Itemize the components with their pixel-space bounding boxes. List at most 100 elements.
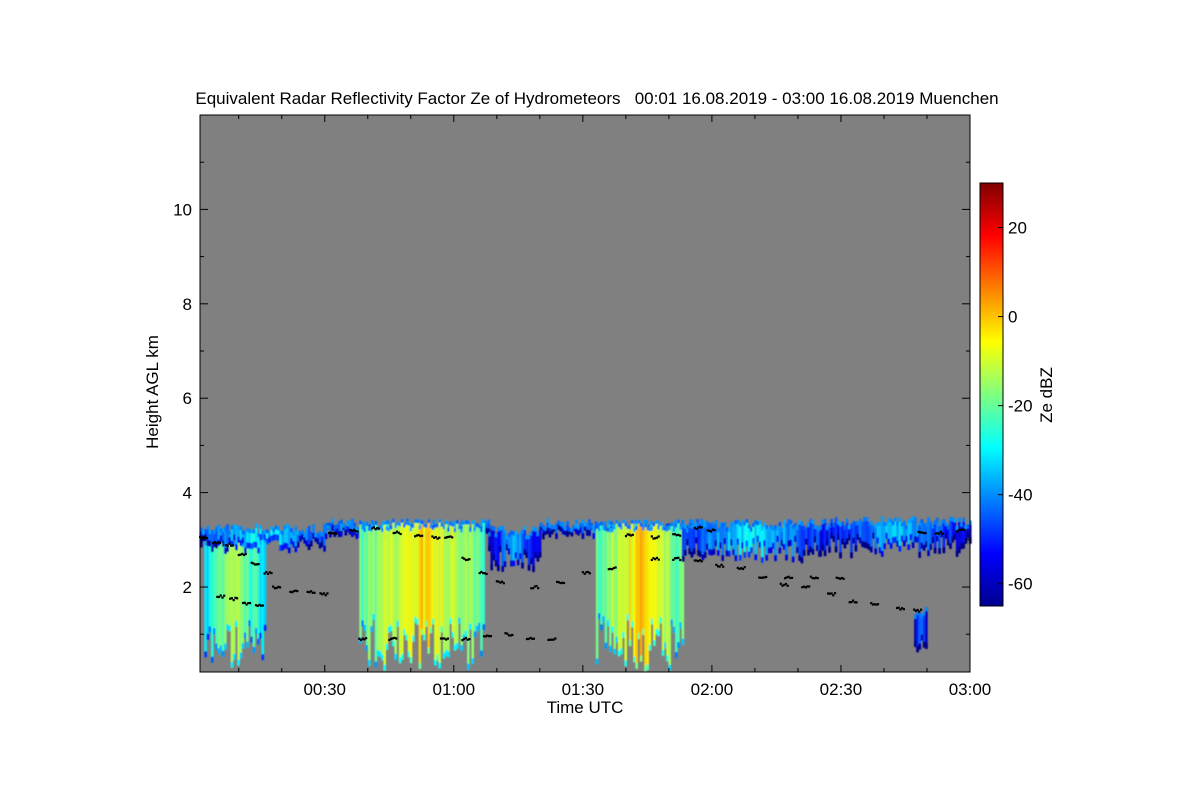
echo-fringe: [927, 550, 930, 557]
cloud-base-point: [816, 577, 819, 580]
cloud-base-point: [924, 532, 927, 535]
echo-fringe: [911, 542, 915, 548]
echo-fringe: [429, 627, 433, 634]
echo-fringe: [712, 548, 716, 555]
echo-cap: [845, 518, 849, 523]
cloud-base-point: [679, 534, 682, 537]
echo-fringe: [226, 546, 229, 552]
cloud-base-point: [588, 572, 591, 575]
cloud-base-point: [226, 544, 229, 547]
cloud-base-point: [650, 535, 653, 538]
echo-fringe: [423, 634, 426, 641]
x-tick-label: 00:30: [303, 680, 346, 699]
radar-reflectivity-chart: Equivalent Radar Reflectivity Factor Ze …: [143, 89, 1056, 717]
echo-cap: [962, 517, 965, 522]
echo-cap: [374, 521, 378, 525]
echo-cap: [645, 519, 648, 524]
echo-cap: [953, 518, 957, 523]
echo-cap: [758, 520, 762, 525]
echo-cap: [659, 522, 663, 526]
echo-fringe: [850, 552, 853, 559]
cloud-base-point: [511, 633, 514, 637]
echo-column: [482, 519, 485, 631]
echo-fringe: [834, 546, 838, 553]
cloud-base-point: [399, 532, 402, 536]
cloud-base-point: [502, 582, 505, 585]
cloud-base-point: [485, 572, 488, 576]
echo-fringe: [929, 543, 932, 550]
colorbar-tick-label: 20: [1008, 219, 1027, 238]
echo-fringe: [933, 547, 937, 554]
cloud-base-point: [451, 536, 454, 539]
echo-cap: [307, 526, 311, 531]
echo-fringe: [370, 626, 373, 633]
echo-fringe: [409, 657, 413, 664]
echo-cap: [546, 518, 549, 523]
cloud-base-point: [334, 532, 338, 535]
echo-fringe: [761, 557, 764, 564]
echo-fringe: [246, 641, 249, 648]
echo-fringe: [964, 537, 968, 544]
echo-fringe: [734, 555, 738, 562]
x-axis-label: Time UTC: [547, 698, 624, 717]
echo-fringe: [261, 654, 265, 661]
echo-fringe: [949, 543, 952, 549]
cloud-base-point: [270, 572, 273, 575]
echo-cap: [467, 520, 470, 525]
cloud-base-point: [657, 558, 660, 561]
echo-fringe: [628, 640, 632, 647]
echo-cap: [566, 521, 569, 526]
x-tick-label: 02:30: [820, 680, 863, 699]
echo-fringe: [467, 663, 470, 670]
echo-fringe: [802, 549, 806, 556]
echo-cap: [631, 519, 634, 524]
echo-cap: [670, 522, 674, 527]
echo-fringe: [288, 547, 291, 554]
echo-fringe: [263, 624, 267, 631]
cloud-base-point: [786, 584, 789, 587]
echo-fringe: [754, 554, 757, 561]
echo-fringe: [717, 549, 720, 556]
echo-cap: [340, 519, 343, 524]
cloud-base-point: [677, 556, 680, 559]
cloud-base-point: [963, 528, 966, 531]
echo-cap: [401, 518, 404, 523]
echo-cap: [482, 519, 485, 523]
echo-fringe: [604, 642, 608, 649]
echo-fringe: [324, 533, 328, 540]
echo-fringe: [898, 545, 902, 552]
echo-fringe: [907, 544, 910, 550]
x-tick-label: 03:00: [949, 680, 992, 699]
cloud-base-point: [489, 635, 492, 638]
echo-fringe: [918, 551, 921, 558]
cloud-base-point: [722, 565, 725, 568]
cloud-base-point: [231, 544, 234, 547]
echo-fringe: [774, 555, 777, 562]
echo-fringe: [427, 647, 430, 654]
cloud-base-point: [218, 541, 221, 544]
cloud-base-point: [700, 526, 703, 529]
echo-cap: [370, 520, 374, 524]
y-axis-label: Height AGL km: [143, 335, 162, 449]
colorbar-tick-label: -20: [1008, 397, 1033, 416]
cloud-base-point: [842, 577, 845, 580]
echo-fringe: [401, 654, 404, 660]
echo-fringe: [811, 548, 815, 555]
echo-fringe: [241, 643, 245, 649]
echo-cap: [745, 519, 749, 523]
x-tick-label: 01:00: [433, 680, 476, 699]
echo-cap: [811, 520, 815, 525]
echo-fringe: [385, 643, 389, 650]
echo-fringe: [648, 644, 652, 651]
echo-fringe: [221, 650, 225, 657]
cloud-base-point: [855, 601, 858, 604]
cloud-base-point: [446, 637, 449, 640]
echo-fringe: [532, 566, 535, 572]
echo-cap: [600, 521, 603, 526]
echo-cap: [277, 526, 280, 531]
echo-fringe: [613, 648, 616, 655]
cloud-base-point: [535, 584, 538, 588]
echo-fringe: [456, 642, 459, 649]
echo-fringe: [823, 550, 827, 557]
cloud-base-point: [720, 563, 723, 566]
